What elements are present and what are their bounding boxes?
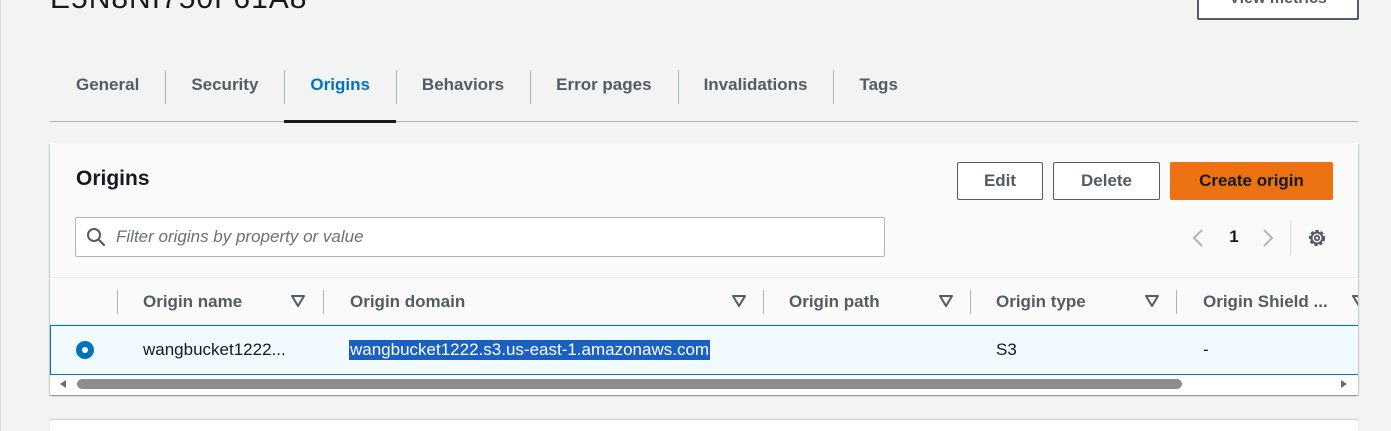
tab-label: Tags [859,75,898,94]
selected-text: wangbucket1222.s3.us-east-1.amazonaws.co… [349,340,711,360]
tab-general[interactable]: General [50,66,165,122]
tab-error-pages[interactable]: Error pages [530,66,677,122]
cell-origin-type: S3 [996,340,1017,359]
scrollbar-thumb[interactable] [77,379,1182,389]
page-left-border [0,0,1,431]
sort-caret-down-icon [1352,295,1358,307]
column-divider [763,290,764,314]
pager-divider [1290,221,1291,255]
scroll-left-arrow-icon[interactable] [58,379,68,389]
table-settings-button[interactable] [1304,225,1330,251]
previous-page-button[interactable] [1187,225,1209,251]
sort-caret-down-icon [291,295,305,307]
sort-caret-down-icon [1145,295,1159,307]
column-header-origin-path[interactable]: Origin path [789,278,959,326]
tab-label: General [76,75,140,94]
tab-label: Origins [310,75,370,94]
origins-panel-title: Origins [76,167,150,190]
search-icon [76,218,116,256]
tab-label: Invalidations [703,75,808,94]
horizontal-scrollbar[interactable] [50,375,1358,393]
column-header-label: Origin Shield ... [1203,292,1328,311]
tab-bar: General Security Origins Behaviors Error… [50,66,1358,123]
page: E5N8NI750F61A8 View metrics General Secu… [0,0,1391,431]
tab-label: Error pages [556,75,652,94]
distribution-id-heading: E5N8NI750F61A8 [50,0,308,16]
column-divider [323,290,324,314]
column-header-origin-shield[interactable]: Origin Shield ... [1203,278,1358,326]
column-header-origin-domain[interactable]: Origin domain [350,278,750,326]
page-number[interactable]: 1 [1222,227,1246,247]
tab-label: Behaviors [421,75,505,94]
column-header-label: Origin name [143,292,243,311]
settings-gear-icon [1308,229,1326,247]
column-divider [1176,290,1177,314]
table-header: Origin name Origin domain Origin path Or… [50,277,1358,325]
radio-selected-icon[interactable] [76,341,94,359]
chevron-left-icon [1192,229,1203,247]
delete-button[interactable]: Delete [1053,162,1160,200]
origins-table: Origin name Origin domain Origin path Or… [50,277,1358,375]
chevron-right-icon [1263,229,1274,247]
tab-origins[interactable]: Origins [284,66,396,123]
filter-box [75,217,885,257]
cell-origin-shield: - [1203,340,1209,359]
column-divider [117,290,118,314]
column-header-label: Origin type [996,292,1086,311]
tab-tags[interactable]: Tags [833,66,923,122]
column-header-label: Origin path [789,292,880,311]
sort-caret-down-icon [732,295,746,307]
column-header-origin-type[interactable]: Origin type [996,278,1166,326]
tab-label: Security [191,75,259,94]
view-metrics-button[interactable]: View metrics [1197,0,1359,20]
cell-origin-name: wangbucket1222... [143,340,286,359]
edit-button[interactable]: Edit [957,162,1043,200]
create-origin-button[interactable]: Create origin [1170,162,1333,200]
tab-behaviors[interactable]: Behaviors [395,66,530,122]
origins-panel-header: Origins Edit Delete Create origin 1 [50,143,1358,277]
sort-caret-down-icon [939,295,953,307]
origins-panel: Origins Edit Delete Create origin 1 [50,143,1358,395]
next-page-button[interactable] [1257,225,1279,251]
tab-invalidations[interactable]: Invalidations [677,66,834,122]
scroll-right-arrow-icon[interactable] [1339,379,1349,389]
table-row[interactable]: wangbucket1222... wangbucket1222.s3.us-e… [50,325,1358,375]
column-header-origin-name[interactable]: Origin name [143,278,313,326]
column-divider [970,290,971,314]
filter-origins-input[interactable] [116,219,884,255]
next-panel-edge [50,420,1358,431]
column-header-label: Origin domain [350,292,466,311]
tab-security[interactable]: Security [165,66,284,122]
cell-origin-domain: wangbucket1222.s3.us-east-1.amazonaws.co… [349,326,711,374]
